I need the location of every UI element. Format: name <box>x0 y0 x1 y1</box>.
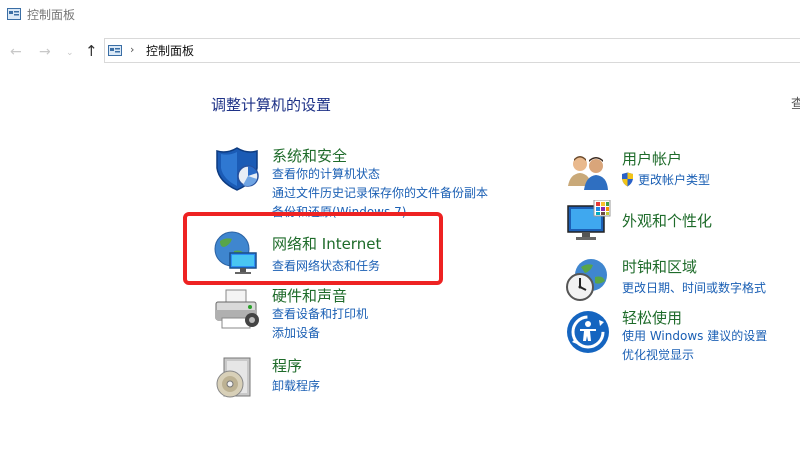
view-by-label[interactable]: 查 <box>791 95 800 115</box>
link-file-history-backup[interactable]: 通过文件历史记录保存你的文件备份副本 <box>272 185 488 202</box>
link-optimize-visual-display[interactable]: 优化视觉显示 <box>622 347 694 364</box>
title-bar <box>0 0 800 30</box>
users-icon[interactable] <box>566 152 610 192</box>
category-appearance-personalization[interactable]: 外观和个性化 <box>622 211 712 231</box>
uac-shield-icon <box>622 172 633 187</box>
up-arrow-icon[interactable]: ↑ <box>85 43 98 59</box>
control-panel-icon <box>7 8 21 20</box>
recent-locations-chevron-icon[interactable]: ⌄ <box>66 45 74 61</box>
clock-globe-icon[interactable] <box>565 257 611 303</box>
monitor-palette-icon[interactable] <box>566 200 612 246</box>
link-devices-printers[interactable]: 查看设备和打印机 <box>272 306 368 323</box>
breadcrumb-separator-icon[interactable]: › <box>130 42 134 58</box>
address-bar[interactable] <box>104 38 800 63</box>
programs-disc-icon[interactable] <box>214 354 260 400</box>
category-system-security[interactable]: 系统和安全 <box>272 146 347 166</box>
shield-icon[interactable] <box>213 146 261 192</box>
link-windows-recommended-settings[interactable]: 使用 Windows 建议的设置 <box>622 328 767 345</box>
link-change-account-type[interactable]: 更改帐户类型 <box>638 172 710 189</box>
category-programs[interactable]: 程序 <box>272 356 302 376</box>
page-heading: 调整计算机的设置 <box>211 96 332 114</box>
category-user-accounts[interactable]: 用户帐户 <box>622 149 682 169</box>
category-hardware-sound[interactable]: 硬件和声音 <box>272 286 347 306</box>
link-view-computer-status[interactable]: 查看你的计算机状态 <box>272 166 380 183</box>
link-add-device[interactable]: 添加设备 <box>272 325 320 342</box>
printer-icon[interactable] <box>212 288 262 334</box>
ease-of-access-icon[interactable] <box>566 310 610 354</box>
forward-arrow-icon[interactable]: → <box>39 44 51 60</box>
link-uninstall-program[interactable]: 卸载程序 <box>272 378 320 395</box>
breadcrumb-control-panel[interactable]: 控制面板 <box>146 43 194 59</box>
back-arrow-icon[interactable]: ← <box>10 44 22 60</box>
window-title: 控制面板 <box>27 8 76 22</box>
highlight-box <box>183 212 443 285</box>
category-clock-region[interactable]: 时钟和区域 <box>622 257 697 277</box>
control-panel-icon <box>108 45 122 56</box>
category-ease-of-access[interactable]: 轻松使用 <box>622 308 682 328</box>
link-change-date-time-format[interactable]: 更改日期、时间或数字格式 <box>622 280 766 297</box>
